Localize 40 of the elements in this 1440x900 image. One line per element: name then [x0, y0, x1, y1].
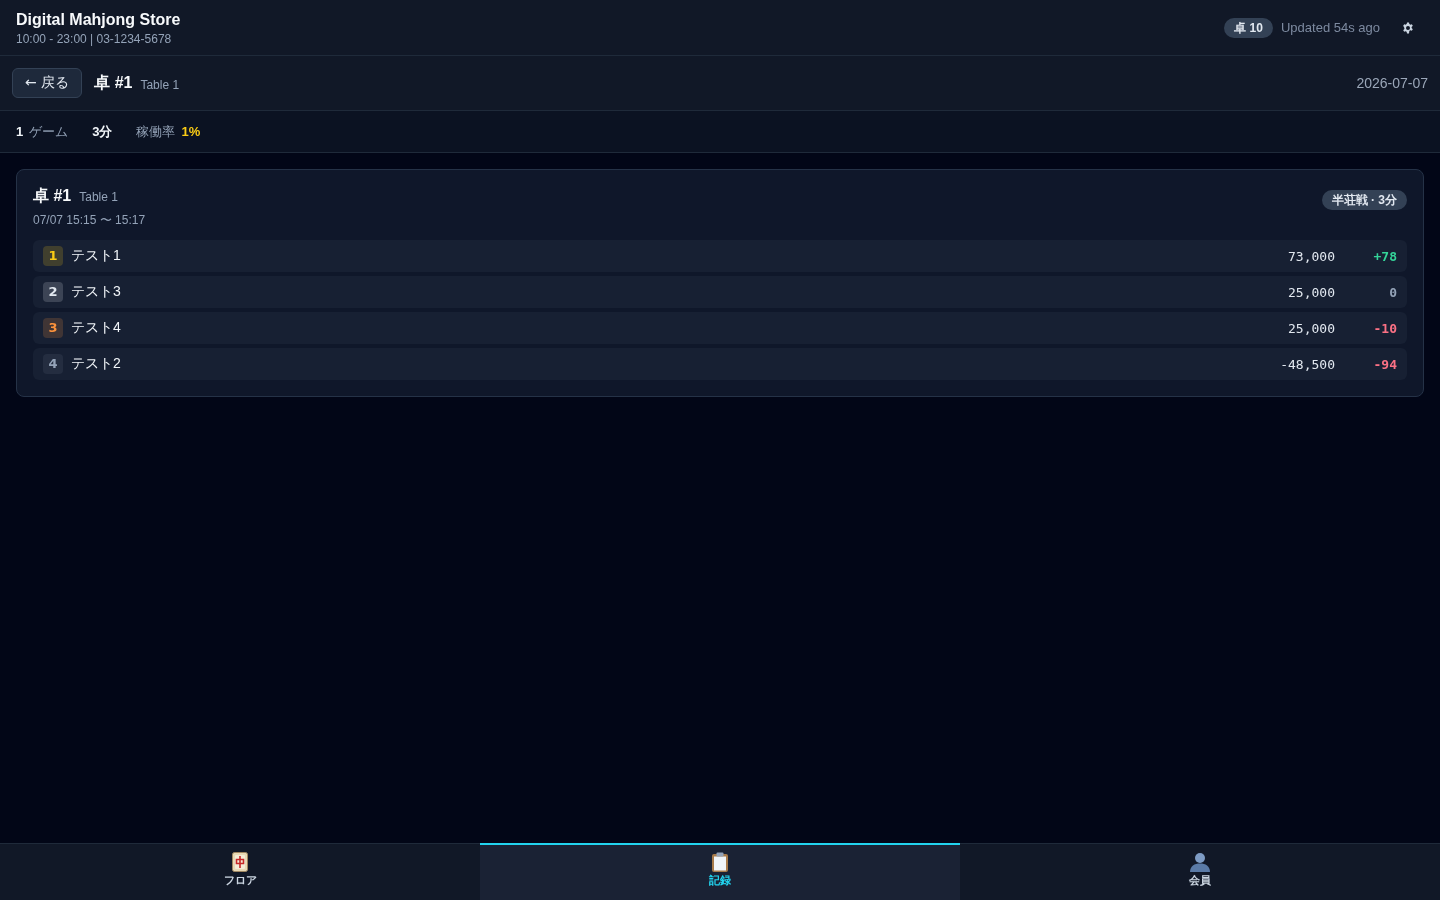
player-name: テスト1: [71, 247, 121, 265]
back-button[interactable]: ← 戻る: [12, 68, 83, 98]
mahjong-tile-icon: [232, 852, 248, 872]
nav-tab[interactable]: 会員: [960, 843, 1440, 900]
utilization-value: 1%: [181, 123, 201, 139]
point-delta: -10: [1372, 320, 1397, 336]
player-name: テスト4: [71, 319, 121, 337]
point-delta: +78: [1372, 248, 1397, 264]
player-name: テスト2: [71, 355, 121, 373]
game-type-pill: 半荘戦 · 3分: [1321, 190, 1407, 210]
game-count: 1: [16, 123, 24, 139]
utilization-label: 稼働率: [136, 122, 176, 141]
clipboard-icon: [710, 852, 730, 872]
table-title: 卓 #1: [94, 72, 133, 93]
game-time: 07/07 15:15 〜 15:17: [33, 212, 146, 229]
play-time: 3分: [92, 122, 113, 141]
player-score: 25,000: [1288, 284, 1335, 300]
person-icon: [1189, 852, 1211, 872]
updated-text: Updated 54s ago: [1280, 20, 1380, 35]
rank-number: 4: [48, 357, 58, 371]
date-text: 2026-07-07: [1356, 75, 1428, 91]
player-score: 73,000: [1288, 248, 1335, 264]
card-title: 卓 #1: [33, 186, 72, 206]
point-delta: -94: [1372, 356, 1397, 372]
rank-number: 2: [48, 285, 58, 299]
player-score: 25,000: [1288, 320, 1335, 336]
card-subtitle: Table 1: [79, 190, 118, 204]
store-name: Digital Mahjong Store: [16, 10, 181, 30]
rank-number: 1: [48, 249, 58, 263]
nav-tab[interactable]: 記録: [480, 843, 960, 900]
settings-icon[interactable]: [1402, 21, 1414, 34]
point-delta: 0: [1388, 284, 1397, 300]
player-score: -48,500: [1280, 356, 1335, 372]
table-count-pill: 卓 10: [1224, 17, 1273, 38]
rank-number: 3: [48, 321, 58, 335]
store-hours: 10:00 - 23:00 | 03-1234-5678: [16, 32, 173, 47]
nav-tab[interactable]: フロア: [0, 843, 480, 900]
game-count-label: ゲーム: [29, 122, 69, 141]
player-name: テスト3: [71, 283, 121, 301]
table-subtitle: Table 1: [140, 77, 180, 92]
